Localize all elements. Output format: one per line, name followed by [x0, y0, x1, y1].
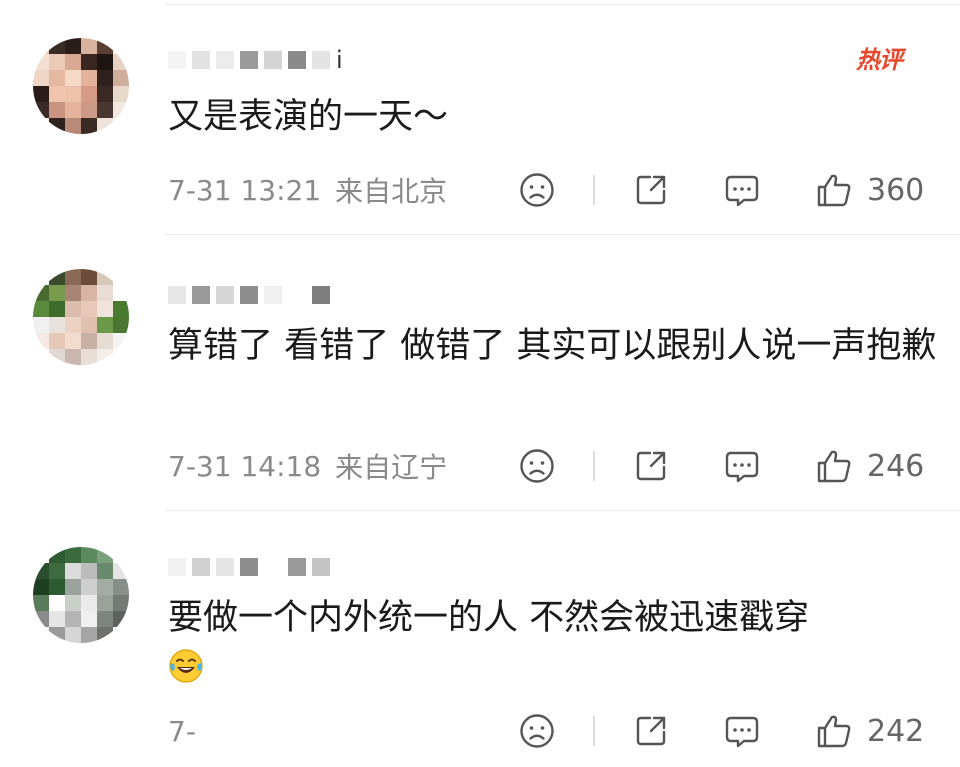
share-icon [636, 716, 666, 746]
comment-actions: 246 [515, 444, 935, 488]
comment-text: 又是表演的一天～ [168, 97, 449, 137]
comment-item: i 热评 又是表演的一天～ 7-31 13:21 来自北京 360 [0, 0, 960, 235]
comment-location: 来自北京 [335, 175, 448, 208]
comment-time: 7-31 13:21 [168, 173, 322, 207]
like-button[interactable]: 360 [815, 168, 924, 212]
comment-item: 算错了 看错了 做错了 其实可以跟别人说一声抱歉 7-31 14:18 来自辽宁… [0, 235, 960, 510]
share-button[interactable] [633, 444, 669, 488]
sad-face-icon [520, 714, 554, 748]
thumbs-up-icon [817, 174, 851, 207]
comment-actions: 360 [515, 168, 935, 212]
comment-meta: 7- [168, 711, 210, 751]
dislike-button[interactable] [519, 709, 555, 753]
like-count: 242 [867, 713, 925, 749]
laughing-tears-emoji [168, 646, 204, 700]
thumbs-up-icon [817, 450, 851, 483]
comment-meta: 7-31 14:18 来自辽宁 [168, 446, 447, 486]
username[interactable] [168, 279, 330, 311]
thumbs-up-icon [817, 715, 851, 748]
avatar[interactable] [33, 269, 129, 365]
action-separator [593, 451, 595, 481]
comment-text: 算错了 看错了 做错了 其实可以跟别人说一声抱歉 [168, 326, 937, 366]
reply-button[interactable] [723, 444, 761, 488]
avatar[interactable] [33, 38, 129, 134]
comment-item: 要做一个内外统一的人 不然会被迅速戳穿 7- 242 [0, 511, 960, 767]
hot-comment-badge: 热评 [856, 46, 903, 74]
username[interactable]: i [168, 44, 343, 76]
comment-location: 来自辽宁 [335, 451, 448, 484]
like-button[interactable]: 246 [815, 444, 924, 488]
comment-time: 7- [168, 714, 196, 748]
dislike-button[interactable] [519, 444, 555, 488]
like-count: 246 [867, 448, 925, 484]
comment-time: 7-31 14:18 [168, 449, 322, 483]
username[interactable] [168, 551, 330, 583]
comment-icon [725, 716, 759, 748]
like-count: 360 [867, 172, 925, 208]
share-button[interactable] [633, 709, 669, 753]
reply-button[interactable] [723, 709, 761, 753]
dislike-button[interactable] [519, 168, 555, 212]
username-text: i [336, 46, 343, 74]
comment-icon [725, 451, 759, 483]
comment-icon [725, 175, 759, 207]
action-separator [593, 175, 595, 205]
action-separator [593, 716, 595, 746]
comment-actions: 242 [515, 709, 935, 753]
share-icon [636, 451, 666, 481]
comment-feed: i 热评 又是表演的一天～ 7-31 13:21 来自北京 360 算错了 看错… [0, 0, 960, 767]
sad-face-icon [520, 173, 554, 207]
share-button[interactable] [633, 168, 669, 212]
comment-meta: 7-31 13:21 来自北京 [168, 170, 447, 210]
like-button[interactable]: 242 [815, 709, 924, 753]
sad-face-icon [520, 449, 554, 483]
comment-text: 要做一个内外统一的人 不然会被迅速戳穿 [168, 591, 938, 700]
share-icon [636, 175, 666, 205]
comment-text-content: 要做一个内外统一的人 不然会被迅速戳穿 [168, 598, 810, 638]
reply-button[interactable] [723, 168, 761, 212]
avatar[interactable] [33, 547, 129, 643]
